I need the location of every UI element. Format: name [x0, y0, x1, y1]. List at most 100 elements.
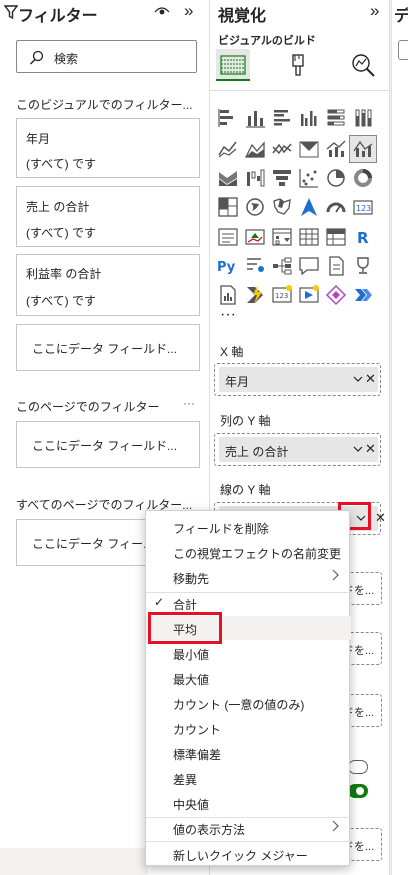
menu-item-label: 新しいクイック メジャー: [173, 849, 308, 863]
menu-item-move-to[interactable]: 移動先: [146, 565, 351, 589]
line-y-axis-well-label: 線の Y 軸: [220, 483, 271, 497]
line-chart-icon[interactable]: [216, 137, 240, 161]
more-visuals-icon[interactable]: ···: [220, 306, 244, 330]
x-axis-well-label: X 軸: [220, 345, 244, 359]
card-icon[interactable]: 123: [351, 195, 375, 219]
trophy-goals-icon[interactable]: [351, 254, 375, 278]
qa-visual-icon[interactable]: [297, 254, 321, 278]
line-and-stacked-column-chart-icon[interactable]: [324, 137, 348, 161]
decomposition-tree-icon[interactable]: [270, 254, 294, 278]
column-y-axis-well[interactable]: 売上 の合計 ✕: [214, 433, 381, 466]
treemap-icon[interactable]: [216, 195, 240, 219]
tab-build-visual[interactable]: [216, 49, 250, 81]
multi-row-card-icon[interactable]: [216, 225, 240, 249]
filter-card-margin-sum[interactable]: 利益率 の合計 (すべて) です: [16, 254, 200, 316]
filter-card-value: (すべて) です: [26, 157, 97, 171]
stacked-area-chart-icon[interactable]: [270, 137, 294, 161]
collapse-viz-pane-icon[interactable]: »: [370, 1, 379, 21]
toggle-off[interactable]: [348, 760, 368, 774]
gauge-icon[interactable]: [324, 195, 348, 219]
visual-filter-drop-zone[interactable]: ここにデータ フィールド...: [16, 324, 200, 371]
100-stacked-bar-chart-icon[interactable]: [324, 106, 348, 130]
page-filter-drop-zone[interactable]: ここにデータ フィールド...: [16, 421, 200, 468]
viz-pane-divider: [210, 90, 390, 91]
filter-search-input[interactable]: 検索: [16, 40, 197, 73]
data-pane-title: デ: [394, 8, 408, 25]
paginated-report-icon[interactable]: [216, 283, 240, 307]
menu-item-remove-field[interactable]: フィールドを削除: [146, 515, 351, 539]
filter-card-sales-sum[interactable]: 売上 の合計 (すべて) です: [16, 186, 200, 247]
clustered-bar-chart-icon[interactable]: [270, 106, 294, 130]
x-axis-well[interactable]: 年月 ✕: [214, 363, 381, 396]
r-script-visual-icon[interactable]: R: [351, 225, 375, 249]
search-icon: [30, 50, 44, 65]
card-new-icon[interactable]: 123: [270, 283, 294, 307]
menu-item-variance[interactable]: 差異: [146, 766, 351, 790]
line-and-clustered-column-chart-icon[interactable]: [349, 135, 377, 163]
menu-item-median[interactable]: 中央値: [146, 791, 351, 815]
menu-item-max[interactable]: 最大値: [146, 666, 351, 690]
ribbon-chart-icon[interactable]: [216, 166, 240, 190]
scatter-chart-icon[interactable]: [297, 166, 321, 190]
menu-item-rename[interactable]: この視覚エフェクトの名前変更: [146, 540, 351, 564]
chevron-down-icon[interactable]: [353, 374, 363, 384]
tab-format-visual[interactable]: [281, 49, 315, 81]
menu-item-count-distinct[interactable]: カウント (一意の値のみ): [146, 691, 351, 715]
pie-chart-icon[interactable]: [324, 166, 348, 190]
funnel-chart-icon[interactable]: [270, 166, 294, 190]
key-influencers-icon[interactable]: [243, 254, 267, 278]
svg-text:R: R: [357, 229, 369, 247]
close-icon[interactable]: ✕: [365, 441, 376, 457]
page-filters-more-icon[interactable]: ···: [183, 396, 195, 410]
menu-item-std-dev[interactable]: 標準偏差: [146, 741, 351, 765]
100-stacked-column-chart-icon[interactable]: [351, 106, 375, 130]
menu-item-count[interactable]: カウント: [146, 716, 351, 740]
close-icon[interactable]: ✕: [375, 510, 386, 526]
python-visual-icon[interactable]: Py: [216, 254, 240, 278]
field-name: 売上 の合計: [225, 445, 289, 459]
slicer-icon[interactable]: [270, 225, 294, 249]
svg-text:123: 123: [275, 292, 288, 300]
data-pane-strip[interactable]: デ: [391, 0, 408, 875]
clustered-column-chart-icon[interactable]: [297, 106, 321, 130]
waterfall-chart-icon[interactable]: [243, 166, 267, 190]
column-y-field-pill[interactable]: 売上 の合計 ✕: [219, 437, 378, 462]
power-apps-icon[interactable]: [297, 283, 321, 307]
stacked-column-chart-icon[interactable]: [243, 106, 267, 130]
chevron-down-icon[interactable]: [353, 444, 363, 454]
build-visual-icon: [220, 55, 246, 75]
x-axis-field-pill[interactable]: 年月 ✕: [219, 367, 378, 392]
analytics-magnifier-icon: [352, 54, 375, 77]
funnel-icon: [4, 5, 18, 20]
area-chart-icon[interactable]: [243, 137, 267, 161]
donut-chart-icon[interactable]: [351, 166, 375, 190]
tab-analytics[interactable]: [346, 49, 380, 81]
toggle-on[interactable]: [348, 784, 368, 798]
filter-pane-title: フィルター: [18, 8, 98, 25]
menu-item-new-quick-measure[interactable]: 新しいクイック メジャー: [146, 842, 351, 866]
close-icon[interactable]: ✕: [365, 371, 376, 387]
stacked-bar-chart-icon[interactable]: [216, 106, 240, 130]
100-stacked-area-chart-icon[interactable]: [297, 137, 321, 161]
menu-item-min[interactable]: 最小値: [146, 641, 351, 665]
field-context-menu: フィールドを削除 この視覚エフェクトの名前変更 移動先 ✓ 合計 平均 最小値 最…: [145, 510, 351, 866]
collapse-filter-pane-icon[interactable]: »: [184, 1, 193, 21]
build-visual-label: ビジュアルのビルド: [218, 35, 316, 47]
menu-item-label: 値の表示方法: [173, 823, 246, 837]
eye-icon[interactable]: [154, 4, 170, 18]
table-icon[interactable]: [297, 225, 321, 249]
azure-map-icon[interactable]: [297, 195, 321, 219]
matrix-icon[interactable]: [324, 225, 348, 249]
smart-narrative-icon[interactable]: [324, 254, 348, 278]
diamond-visual-icon[interactable]: [324, 283, 348, 307]
filter-card-yearmonth[interactable]: 年月 (すべて) です: [16, 118, 200, 178]
kpi-icon[interactable]: [243, 225, 267, 249]
menu-item-show-value-as[interactable]: 値の表示方法: [146, 816, 351, 840]
power-automate-icon[interactable]: [243, 283, 267, 307]
chevron-flow-icon[interactable]: [351, 283, 375, 307]
filled-map-icon[interactable]: [270, 195, 294, 219]
viz-pane-title: 視覚化: [218, 8, 267, 25]
drop-zone-text: ここにデータ フィー...: [32, 537, 154, 551]
data-pane-search-edge[interactable]: [398, 40, 408, 60]
map-globe-icon[interactable]: [243, 195, 267, 219]
